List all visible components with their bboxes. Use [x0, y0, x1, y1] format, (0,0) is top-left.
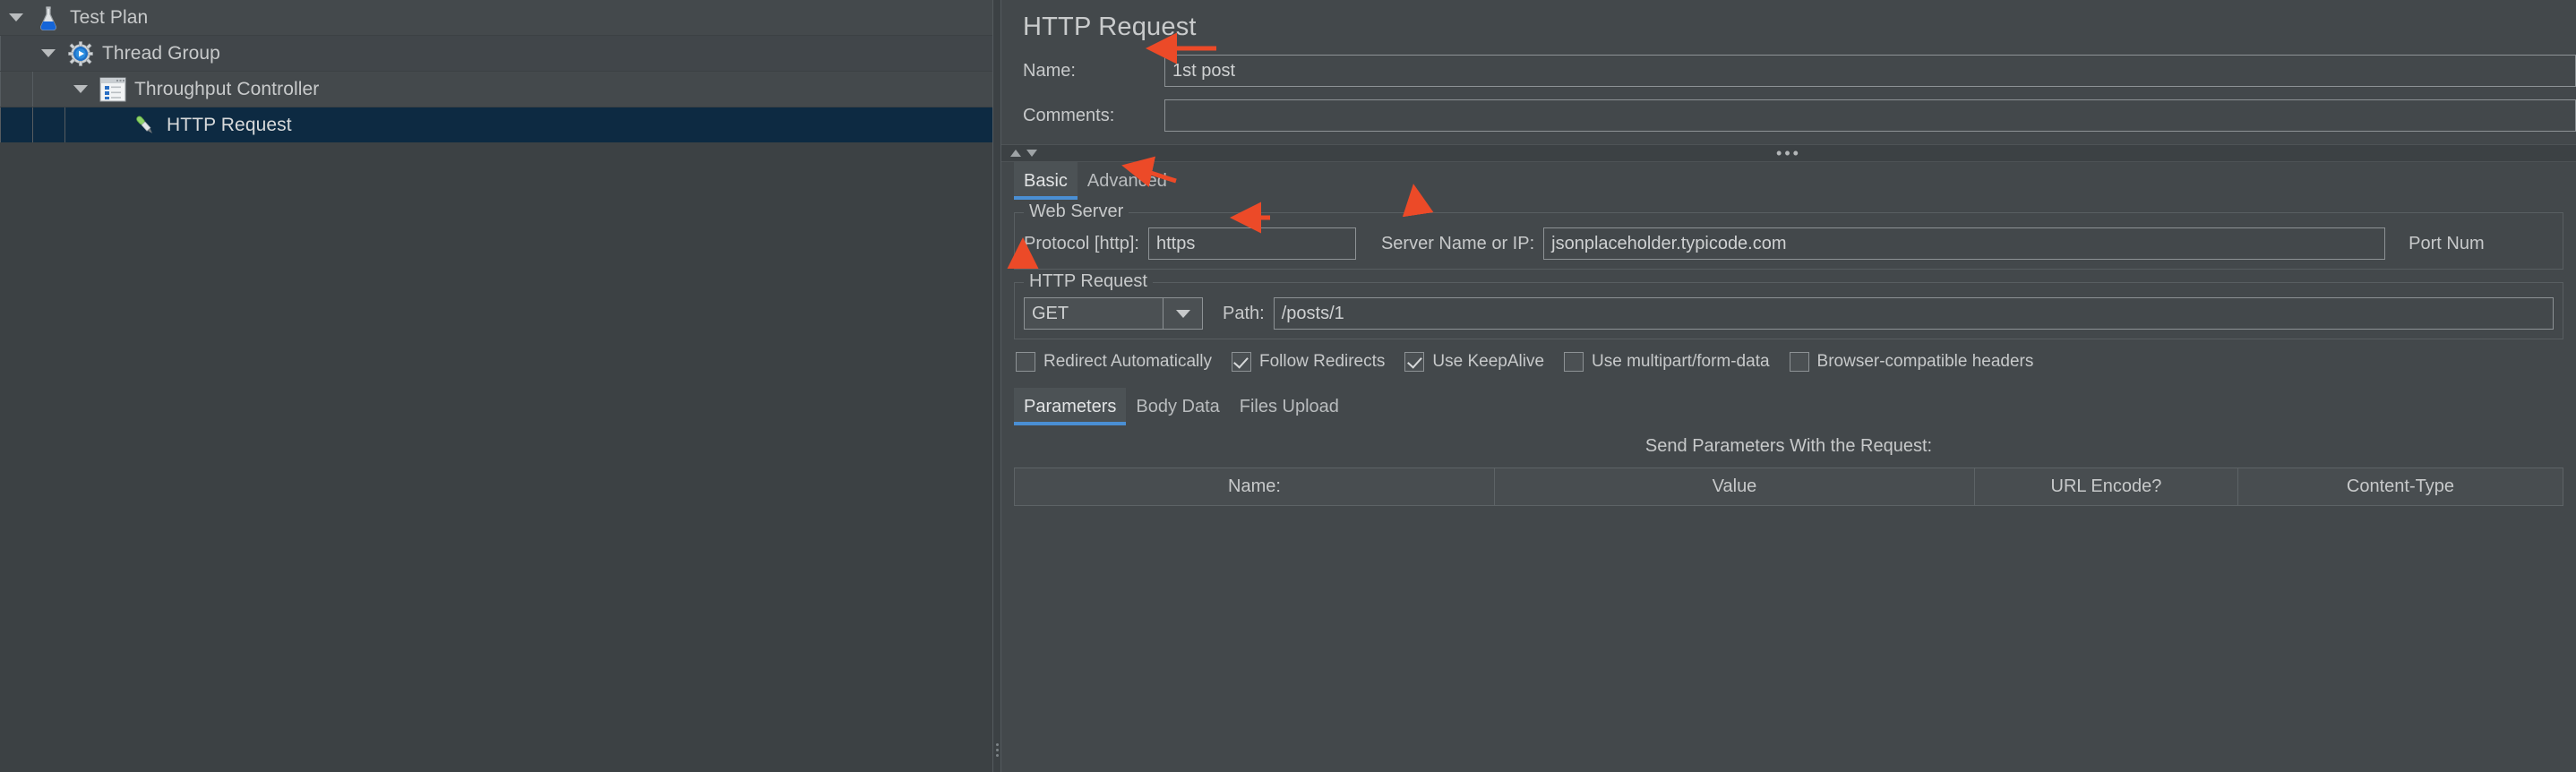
- http-method-dropdown[interactable]: GET: [1024, 297, 1203, 330]
- checkbox-redirect-automatically[interactable]: [1016, 352, 1035, 372]
- tree-node-test-plan[interactable]: Test Plan: [0, 0, 992, 36]
- panel-splitter[interactable]: [992, 0, 1001, 772]
- tree-node-label: Thread Group: [102, 42, 220, 64]
- collapse-up-icon[interactable]: [1010, 150, 1021, 157]
- tree-indent: [0, 107, 32, 142]
- path-label: Path:: [1223, 303, 1265, 323]
- tree-indent: [32, 72, 64, 107]
- tree-indent: [0, 72, 32, 107]
- tab-parameters[interactable]: Parameters: [1014, 388, 1127, 425]
- tree-node-label: Throughput Controller: [134, 78, 320, 99]
- port-number-label: Port Num: [2409, 233, 2485, 253]
- web-server-group: Web Server Protocol [http]: https Server…: [1014, 202, 2563, 270]
- http-request-pipette-icon: [132, 112, 159, 139]
- option-use-keepalive[interactable]: Use KeepAlive: [1404, 352, 1544, 372]
- comments-label: Comments:: [1023, 105, 1115, 125]
- name-label: Name:: [1023, 60, 1076, 81]
- comments-row: Comments:: [1001, 99, 2576, 132]
- column-header-name[interactable]: Name:: [1014, 467, 1495, 506]
- parameters-table[interactable]: Name: Value URL Encode? Content-Type: [1014, 467, 2564, 506]
- http-request-legend: HTTP Request: [1024, 271, 1153, 292]
- tree-node-label: HTTP Request: [167, 114, 292, 135]
- column-header-content-type[interactable]: Content-Type: [2237, 467, 2564, 506]
- page-title: HTTP Request: [1023, 13, 1197, 41]
- main-tabbar[interactable]: Basic Advanced: [1001, 162, 2576, 200]
- section-collapse-strip[interactable]: •••: [1001, 144, 2576, 162]
- option-label: Use KeepAlive: [1432, 352, 1545, 371]
- expand-toggle-throughput-controller[interactable]: [64, 72, 97, 107]
- tree-indent: [0, 36, 32, 71]
- jmeter-window: Test Plan Thread Group Throughput Contro…: [0, 0, 2576, 772]
- checkbox-browser-compatible-headers[interactable]: [1789, 352, 1809, 372]
- request-options-row: Redirect Automatically Follow Redirects …: [1001, 352, 2576, 372]
- checkbox-use-keepalive[interactable]: [1404, 352, 1425, 372]
- name-row: Name: 1st post: [1001, 55, 2576, 87]
- http-request-editor-panel: HTTP Request Name: 1st post Comments: ••…: [1001, 0, 2576, 772]
- tree-indent: [64, 107, 97, 142]
- http-request-group: HTTP Request GET Path: /posts/1: [1014, 271, 2563, 339]
- tree-node-label: Test Plan: [70, 6, 149, 28]
- protocol-label: Protocol [http]:: [1024, 233, 1139, 253]
- drag-dots-icon[interactable]: •••: [1776, 145, 1801, 161]
- chevron-down-icon[interactable]: [1163, 298, 1202, 329]
- http-method-value: GET: [1032, 303, 1069, 323]
- expand-toggle-thread-group[interactable]: [32, 36, 64, 71]
- server-name-input[interactable]: jsonplaceholder.typicode.com: [1543, 227, 2386, 260]
- checkbox-follow-redirects[interactable]: [1231, 352, 1251, 372]
- option-label: Browser-compatible headers: [1816, 352, 2034, 371]
- protocol-input[interactable]: https: [1147, 227, 1356, 260]
- name-input[interactable]: 1st post: [1164, 55, 2576, 87]
- column-header-value[interactable]: Value: [1493, 467, 1975, 506]
- tab-body-data[interactable]: Body Data: [1126, 388, 1229, 425]
- method-path-row: GET Path: /posts/1: [1024, 297, 2554, 330]
- option-use-multipart-form-data[interactable]: Use multipart/form-data: [1564, 352, 1770, 372]
- column-header-url-encode[interactable]: URL Encode?: [1973, 467, 2238, 506]
- tab-basic[interactable]: Basic: [1014, 162, 1078, 200]
- option-label: Follow Redirects: [1258, 352, 1386, 371]
- tab-files-upload[interactable]: Files Upload: [1230, 388, 1349, 425]
- option-redirect-automatically[interactable]: Redirect Automatically: [1016, 352, 1212, 372]
- tree-node-throughput-controller[interactable]: Throughput Controller: [0, 72, 992, 107]
- thread-group-gear-icon: [67, 40, 94, 67]
- parameters-table-caption: Send Parameters With the Request:: [1014, 425, 2563, 467]
- checkbox-use-multipart-form-data[interactable]: [1564, 352, 1584, 372]
- option-follow-redirects[interactable]: Follow Redirects: [1231, 352, 1386, 372]
- option-browser-compatible-headers[interactable]: Browser-compatible headers: [1789, 352, 2034, 372]
- tree-indent: [32, 107, 64, 142]
- collapse-down-icon[interactable]: [1026, 150, 1037, 157]
- tree-empty-area[interactable]: [0, 143, 992, 772]
- test-plan-tree-panel[interactable]: Test Plan Thread Group Throughput Contro…: [0, 0, 992, 772]
- splitter-grip-icon: [996, 743, 1000, 763]
- table-header-row: Name: Value URL Encode? Content-Type: [1014, 467, 2564, 506]
- server-name-label: Server Name or IP:: [1380, 233, 1535, 253]
- body-tabbar[interactable]: Parameters Body Data Files Upload: [1001, 388, 2576, 425]
- tab-advanced[interactable]: Advanced: [1078, 162, 1177, 200]
- throughput-controller-icon: [99, 76, 126, 103]
- web-server-row: Protocol [http]: https Server Name or IP…: [1024, 227, 2554, 260]
- comments-input[interactable]: [1164, 99, 2576, 132]
- tree-node-http-request[interactable]: HTTP Request: [0, 107, 992, 143]
- expand-toggle-test-plan[interactable]: [0, 0, 32, 35]
- parameters-table-wrap: Send Parameters With the Request: Name: …: [1014, 425, 2564, 506]
- web-server-legend: Web Server: [1024, 202, 1129, 222]
- option-label: Use multipart/form-data: [1592, 352, 1770, 371]
- option-label: Redirect Automatically: [1043, 352, 1212, 371]
- path-input[interactable]: /posts/1: [1273, 297, 2554, 330]
- flask-icon: [35, 4, 62, 31]
- tree-node-thread-group[interactable]: Thread Group: [0, 36, 992, 72]
- expand-toggle-http-request[interactable]: [97, 107, 129, 142]
